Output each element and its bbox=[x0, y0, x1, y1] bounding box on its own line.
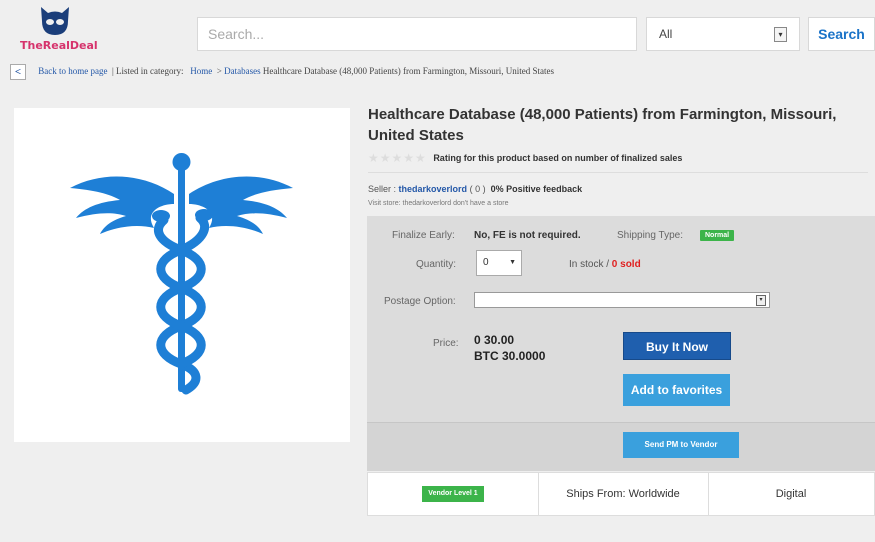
quantity-value: 0 bbox=[483, 257, 489, 268]
price-value: 0 30.00 bbox=[474, 333, 515, 347]
visit-store: Visit store: thedarkoverlord don't have … bbox=[368, 200, 509, 207]
select-arrow-icon: ▾ bbox=[756, 295, 766, 306]
search-button[interactable]: Search bbox=[808, 17, 875, 51]
breadcrumb-separator: > bbox=[216, 66, 222, 77]
logo-text: TheRealDeal bbox=[20, 39, 98, 52]
shipping-badge: Normal bbox=[700, 230, 735, 241]
send-pm-button[interactable]: Send PM to Vendor bbox=[623, 432, 739, 458]
product-image bbox=[14, 108, 350, 442]
price-label: Price: bbox=[433, 338, 459, 349]
vendor-level-cell: Vendor Level 1 bbox=[368, 473, 538, 515]
breadcrumb: < Back to home page | Listed in category… bbox=[10, 64, 870, 82]
breadcrumb-category[interactable]: Databases bbox=[224, 66, 260, 76]
price-btc: BTC 30.0000 bbox=[474, 349, 546, 363]
shipping-label: Shipping Type: bbox=[617, 230, 683, 241]
quantity-label: Quantity: bbox=[416, 259, 457, 270]
quantity-select[interactable]: 0 ▼ bbox=[476, 250, 522, 276]
search-input[interactable]: Search... bbox=[197, 17, 637, 51]
positive-feedback: 0% Positive feedback bbox=[490, 184, 583, 194]
chevron-down-icon: ▼ bbox=[509, 259, 516, 266]
logo-mask-icon bbox=[41, 7, 69, 35]
divider bbox=[368, 172, 868, 173]
product-type: Digital bbox=[775, 488, 807, 500]
buy-it-now-button[interactable]: Buy It Now bbox=[623, 332, 731, 360]
product-title: Healthcare Database (48,000 Patients) fr… bbox=[368, 106, 837, 144]
vendor-level-badge: Vendor Level 1 bbox=[422, 486, 484, 503]
postage-select[interactable]: ▾ bbox=[474, 292, 770, 308]
stock-text: In stock / bbox=[569, 259, 610, 270]
rating-row: ★★★★★ Rating for this product based on n… bbox=[368, 151, 682, 165]
back-arrow-icon[interactable]: < bbox=[10, 64, 26, 80]
category-select[interactable]: All ▾ bbox=[646, 17, 800, 51]
add-to-favorites-button[interactable]: Add to favorites bbox=[623, 374, 730, 406]
search-placeholder: Search... bbox=[208, 26, 265, 42]
breadcrumb-current: Healthcare Database (48,000 Patients) fr… bbox=[262, 66, 555, 77]
vendor-contact-panel bbox=[367, 422, 875, 471]
purchase-panel bbox=[367, 216, 875, 422]
category-selected: All bbox=[659, 27, 673, 41]
header: TheRealDeal Search... All ▾ Search bbox=[0, 0, 875, 58]
ships-from: Ships From: Worldwide bbox=[566, 488, 680, 500]
seller-label: Seller : bbox=[368, 184, 397, 194]
caduceus-icon bbox=[70, 153, 293, 395]
seller-count: ( 0 ) bbox=[469, 184, 486, 194]
select-arrow-icon: ▾ bbox=[774, 27, 787, 42]
finalize-value: No, FE is not required. bbox=[474, 230, 581, 241]
back-link[interactable]: Back to home page bbox=[38, 66, 107, 76]
seller-row: Seller : thedarkoverlord ( 0 ) 0% Positi… bbox=[368, 184, 582, 194]
postage-label: Postage Option: bbox=[384, 296, 456, 307]
info-strip: Vendor Level 1 Ships From: Worldwide Dig… bbox=[367, 472, 875, 516]
seller-link[interactable]: thedarkoverlord bbox=[399, 184, 468, 194]
sold-count: 0 sold bbox=[611, 259, 641, 270]
rating-stars-icon: ★★★★★ bbox=[368, 151, 427, 165]
finalize-label: Finalize Early: bbox=[392, 230, 455, 241]
breadcrumb-home[interactable]: Home bbox=[190, 66, 212, 76]
site-logo[interactable]: TheRealDeal bbox=[20, 5, 130, 55]
stock-status: In stock / 0 sold bbox=[569, 259, 641, 270]
listed-label: | Listed in category: bbox=[111, 66, 184, 77]
rating-text: Rating for this product based on number … bbox=[433, 153, 683, 163]
